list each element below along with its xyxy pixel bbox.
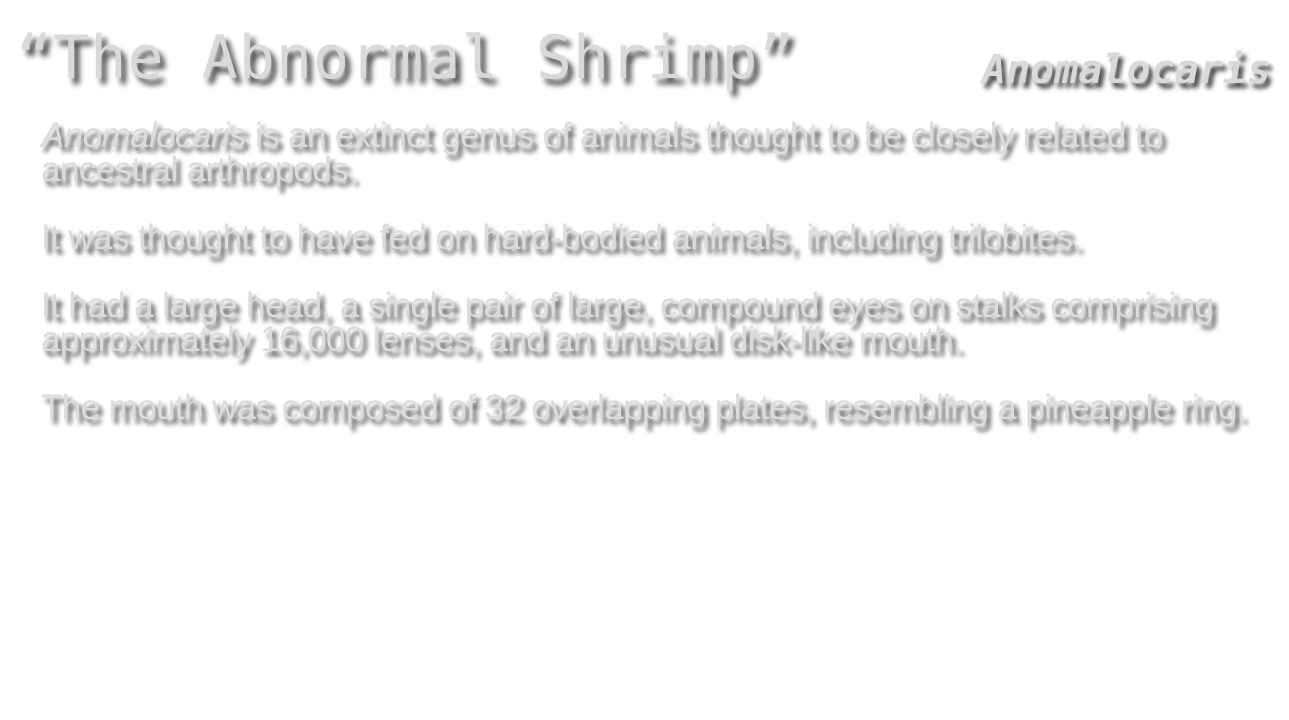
slide: “The Abnormal Shrimp” Anomalocaris Anoma… — [0, 0, 1289, 720]
paragraph-4: The mouth was composed of 32 overlapping… — [41, 388, 1246, 427]
paragraph-1: Anomalocaris is an extinct genus of anim… — [41, 118, 1251, 187]
genus-heading: Anomalocaris — [982, 47, 1271, 93]
slide-title: “The Abnormal Shrimp” — [16, 23, 796, 93]
paragraph-3: It had a large head, a single pair of la… — [41, 286, 1214, 359]
paragraph-2: It was thought to have fed on hard-bodie… — [41, 218, 1082, 257]
slide-body: Anomalocaris is an extinct genus of anim… — [41, 118, 1251, 459]
